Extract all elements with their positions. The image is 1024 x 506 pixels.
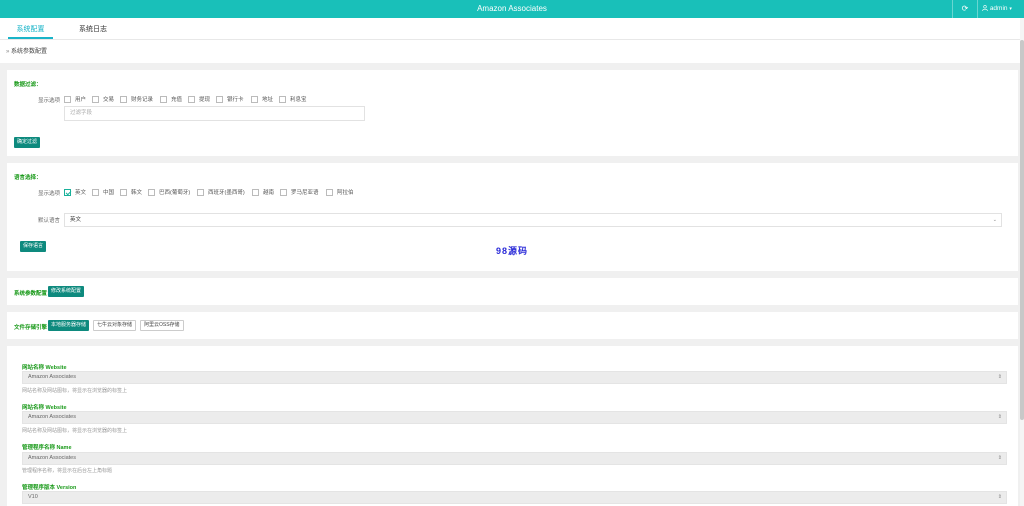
data-filter-card: 数据过滤： 显示选项 用户 交易 财务记录 充值 提现 银行卡 地址 利息宝 过… xyxy=(7,70,1018,156)
storage-aliyun-button[interactable]: 阿里云OSS存储 xyxy=(140,320,184,331)
language-option[interactable]: 中国 xyxy=(92,188,114,196)
language-option[interactable]: 英文 xyxy=(64,188,86,196)
language-option[interactable]: 越南 xyxy=(252,188,274,196)
user-name: admin xyxy=(989,5,1008,12)
system-params-card: 系统参数配置： 修改系统配置 xyxy=(7,278,1018,305)
website-name-input[interactable]: Amazon Associates ⇕ xyxy=(22,411,1007,424)
checkbox[interactable] xyxy=(279,95,286,103)
field-title: 网站名称 Website xyxy=(22,405,67,411)
language-options: 英文 中国 韩文 巴西(葡萄牙) 西班牙(墨西哥) 越南 罗马尼亚语 阿拉伯 xyxy=(64,188,564,197)
field-title: 网站名称 Website xyxy=(22,365,67,371)
field-title: 管理程序版本 Version xyxy=(22,485,77,491)
storage-local-button[interactable]: 本地服务器存储 xyxy=(48,320,90,331)
chevron-down-icon: ⌄ xyxy=(992,217,997,223)
user-menu[interactable]: admin ▾ xyxy=(982,0,1012,18)
filter-option[interactable]: 利息宝 xyxy=(279,95,307,103)
checkbox[interactable] xyxy=(64,95,71,103)
stepper-icon: ⇕ xyxy=(997,455,1002,461)
breadcrumb-label: 系统参数配置 xyxy=(11,49,48,55)
filter-option[interactable]: 银行卡 xyxy=(216,95,244,103)
data-filter-options: 用户 交易 财务记录 充值 提现 银行卡 地址 利息宝 xyxy=(64,95,464,104)
storage-label: 文件存储引擎： xyxy=(14,325,53,331)
language-option[interactable]: 阿拉伯 xyxy=(326,188,354,196)
app-version-input[interactable]: V10 ⇕ xyxy=(22,491,1007,504)
language-option[interactable]: 巴西(葡萄牙) xyxy=(148,188,190,196)
field-title: 管理程序名称 Name xyxy=(22,445,72,451)
filter-option[interactable]: 提现 xyxy=(188,95,210,103)
website-name-input[interactable]: Amazon Associates ⇕ xyxy=(22,371,1007,384)
checkbox[interactable] xyxy=(120,188,127,196)
filter-option[interactable]: 财务记录 xyxy=(120,95,153,103)
data-filter-title: 数据过滤： xyxy=(14,82,42,88)
checkbox[interactable] xyxy=(120,95,127,103)
tab-system-log[interactable]: 系统日志 xyxy=(73,18,113,39)
language-title: 语言选择： xyxy=(14,175,42,181)
user-icon xyxy=(982,4,988,11)
tab-bar: 系统配置 系统日志 xyxy=(0,18,1020,40)
default-language-select[interactable]: 英文 ⌄ xyxy=(64,213,1002,227)
filter-option[interactable]: 地址 xyxy=(251,95,273,103)
settings-form-card: 网站名称 Website Amazon Associates ⇕ 网站名称及网站… xyxy=(7,346,1018,506)
system-params-label: 系统参数配置： xyxy=(14,291,53,297)
data-filter-options-label: 显示选项 xyxy=(38,98,61,104)
checkbox[interactable] xyxy=(326,188,333,196)
app-name-input[interactable]: Amazon Associates ⇕ xyxy=(22,452,1007,465)
checkbox[interactable] xyxy=(188,95,195,103)
storage-qiniu-button[interactable]: 七牛云对象存储 xyxy=(93,320,137,331)
scrollbar-thumb[interactable] xyxy=(1020,40,1024,420)
stepper-icon: ⇕ xyxy=(997,374,1002,380)
storage-card: 文件存储引擎： 本地服务器存储 七牛云对象存储 阿里云OSS存储 xyxy=(7,312,1018,339)
breadcrumb-arrow-icon: » xyxy=(6,49,10,55)
checkbox[interactable] xyxy=(148,188,155,196)
watermark-text: 98源码 xyxy=(496,246,529,256)
page-scrollbar[interactable] xyxy=(1020,18,1024,506)
filter-option[interactable]: 用户 xyxy=(64,95,86,103)
default-language-value: 英文 xyxy=(70,217,82,223)
checkbox[interactable] xyxy=(92,95,99,103)
stepper-icon: ⇕ xyxy=(997,414,1002,420)
top-bar: Amazon Associates ⟳ admin ▾ xyxy=(0,0,1024,18)
language-card: 语言选择： 显示选项 英文 中国 韩文 巴西(葡萄牙) 西班牙(墨西哥) 越南 … xyxy=(7,163,1018,271)
checkbox[interactable] xyxy=(252,188,259,196)
tab-system-config[interactable]: 系统配置 xyxy=(8,18,53,39)
filter-option[interactable]: 充值 xyxy=(160,95,182,103)
checkbox[interactable] xyxy=(160,95,167,103)
language-option[interactable]: 罗马尼亚语 xyxy=(280,188,319,196)
filter-option[interactable]: 交易 xyxy=(92,95,114,103)
refresh-icon[interactable]: ⟳ xyxy=(952,0,978,18)
save-language-button[interactable]: 保存语言 xyxy=(20,241,47,252)
app-title: Amazon Associates xyxy=(477,4,547,13)
field-hint: 网站名称及网站图标，将显示在浏览器的标签上 xyxy=(22,388,128,394)
language-option[interactable]: 韩文 xyxy=(120,188,142,196)
language-option[interactable]: 西班牙(墨西哥) xyxy=(197,188,245,196)
checkbox[interactable] xyxy=(251,95,258,103)
checkbox[interactable] xyxy=(280,188,287,196)
chevron-down-icon: ▾ xyxy=(1009,6,1012,12)
language-options-label: 显示选项 xyxy=(38,191,61,197)
edit-system-config-button[interactable]: 修改系统配置 xyxy=(48,286,85,297)
checkbox[interactable] xyxy=(92,188,99,196)
confirm-filter-button[interactable]: 确定过滤 xyxy=(14,137,41,148)
default-language-label: 默认语言 xyxy=(38,218,61,224)
checkbox-checked[interactable] xyxy=(64,188,71,196)
filter-field-input[interactable]: 过滤字段 xyxy=(64,106,365,121)
checkbox[interactable] xyxy=(216,95,223,103)
stepper-icon: ⇕ xyxy=(997,494,1002,500)
field-hint: 管理程序名称，将显示在后台左上角标题 xyxy=(22,468,113,474)
checkbox[interactable] xyxy=(197,188,204,196)
breadcrumb: » 系统参数配置 xyxy=(0,40,1020,63)
field-hint: 网站名称及网站图标，将显示在浏览器的标签上 xyxy=(22,428,128,434)
